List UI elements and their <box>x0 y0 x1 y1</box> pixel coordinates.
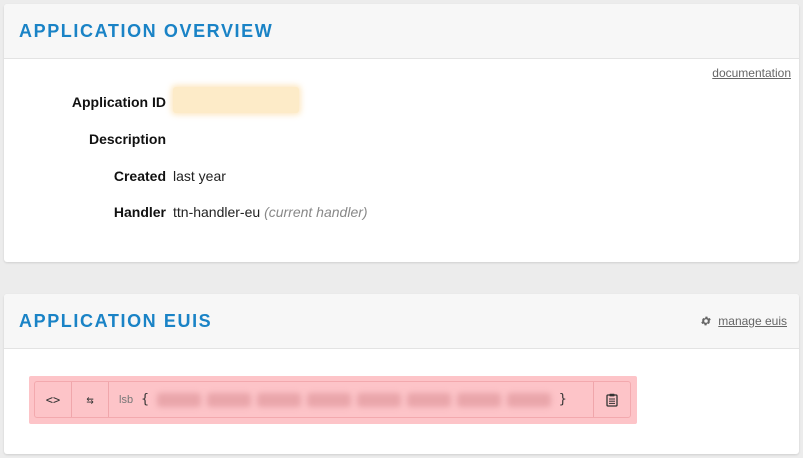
eui-byte <box>256 392 301 407</box>
copy-button[interactable] <box>593 382 630 417</box>
application-id-label: Application ID <box>71 94 166 110</box>
handler-label: Handler <box>113 204 166 220</box>
overview-title: APPLICATION OVERVIEW <box>19 21 274 41</box>
handler-value-wrap: ttn-handler-eu (current handler) <box>173 202 368 222</box>
swap-arrows-icon: ⇆ <box>86 392 94 407</box>
overview-header: APPLICATION OVERVIEW <box>4 4 799 59</box>
clipboard-icon <box>606 393 618 407</box>
eui-field: <> ⇆ lsb { } <box>34 381 631 418</box>
eui-highlight: <> ⇆ lsb { } <box>29 376 637 424</box>
eui-byte <box>206 392 251 407</box>
application-euis-card: APPLICATION EUIS manage euis <> ⇆ lsb { <box>4 294 799 454</box>
eui-byte <box>306 392 351 407</box>
euis-title: APPLICATION EUIS <box>19 311 213 331</box>
eui-byte <box>456 392 501 407</box>
handler-value: ttn-handler-eu <box>173 204 261 220</box>
format-toggle-button[interactable]: <> <box>35 382 72 417</box>
eui-byte <box>156 392 201 407</box>
manage-euis-label: manage euis <box>718 314 787 328</box>
created-row: Created last year <box>4 166 799 186</box>
created-label: Created <box>113 168 166 184</box>
manage-euis-link[interactable]: manage euis <box>700 314 787 328</box>
application-id-row: Application ID <box>4 87 799 113</box>
eui-byte <box>406 392 451 407</box>
open-brace: { <box>141 392 149 407</box>
documentation-link[interactable]: documentation <box>712 66 791 80</box>
code-brackets-icon: <> <box>45 392 61 407</box>
byte-order-label: lsb <box>119 393 134 406</box>
eui-byte <box>356 392 401 407</box>
byte-order-swap-button[interactable]: ⇆ <box>72 382 109 417</box>
euis-header: APPLICATION EUIS manage euis <box>4 294 799 349</box>
application-overview-card: APPLICATION OVERVIEW documentation Appli… <box>4 4 799 262</box>
gear-icon <box>701 316 712 326</box>
eui-bytes <box>156 382 551 417</box>
description-row: Description <box>4 129 799 149</box>
application-id-value <box>173 87 299 113</box>
handler-row: Handler ttn-handler-eu (current handler) <box>4 202 799 222</box>
close-brace: } <box>558 392 567 407</box>
eui-byte <box>506 392 551 407</box>
created-value: last year <box>173 168 226 184</box>
handler-note: (current handler) <box>264 204 368 220</box>
description-label: Description <box>88 131 166 147</box>
